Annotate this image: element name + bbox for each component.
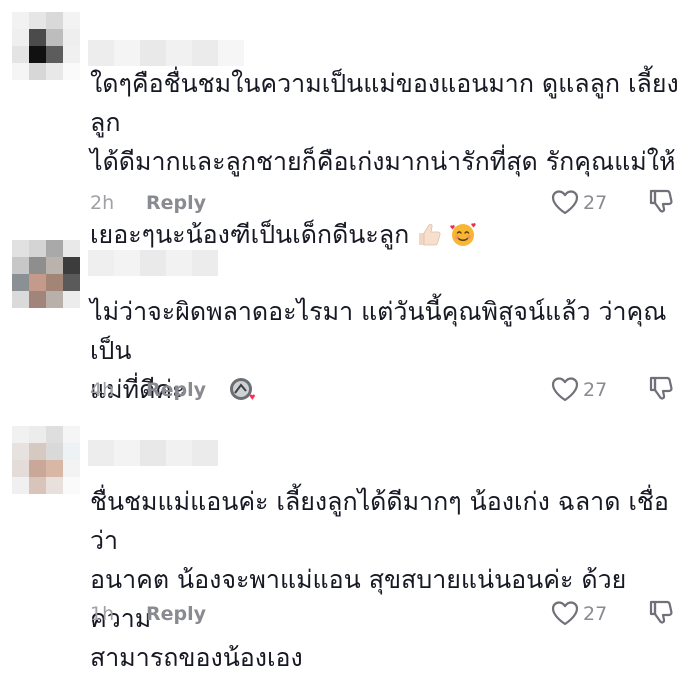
username[interactable] bbox=[88, 440, 218, 466]
timestamp: 1h bbox=[90, 603, 115, 625]
heart-outline-icon[interactable] bbox=[550, 188, 580, 216]
creator-liked-badge bbox=[228, 375, 258, 405]
username[interactable] bbox=[88, 40, 244, 66]
reply-button[interactable]: Reply bbox=[146, 379, 206, 401]
smiling-face-with-hearts-emoji bbox=[449, 181, 477, 246]
avatar[interactable] bbox=[12, 240, 80, 308]
username[interactable] bbox=[88, 250, 218, 276]
reply-button[interactable]: Reply bbox=[146, 603, 206, 625]
thumbs-up-emoji bbox=[415, 181, 443, 246]
comment-text: ใดๆคือชื่นชมในความเป็นแม่ของแอนมาก ดูแลล… bbox=[90, 69, 679, 249]
thumbs-down-icon[interactable] bbox=[648, 599, 674, 627]
avatar[interactable] bbox=[12, 426, 80, 494]
timestamp: 2h bbox=[90, 192, 115, 214]
like-count: 27 bbox=[583, 603, 608, 625]
avatar[interactable] bbox=[12, 12, 80, 80]
heart-outline-icon[interactable] bbox=[550, 375, 580, 403]
thumbs-down-icon[interactable] bbox=[648, 188, 674, 216]
heart-outline-icon[interactable] bbox=[550, 599, 580, 627]
reply-button[interactable]: Reply bbox=[146, 192, 206, 214]
comment-text: ชื่นชมแม่แอนค่ะ เลี้ยงลูกได้ดีมากๆ น้องเ… bbox=[90, 487, 669, 672]
timestamp: 4h bbox=[90, 379, 115, 401]
like-count: 27 bbox=[583, 192, 608, 214]
thumbs-down-icon[interactable] bbox=[648, 375, 674, 403]
like-count: 27 bbox=[583, 379, 608, 401]
